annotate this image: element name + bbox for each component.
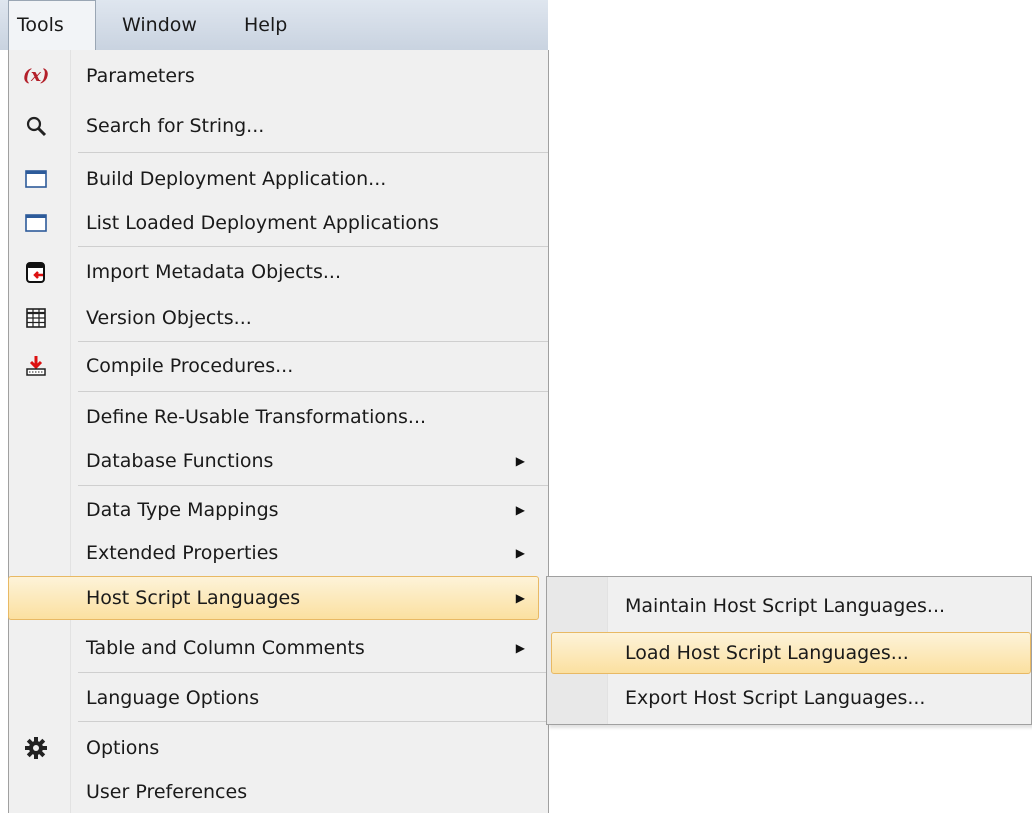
menu-item-label: Options (86, 737, 160, 759)
compile-download-icon (22, 343, 50, 389)
menu-item-import-metadata-objects[interactable]: Import Metadata Objects... (8, 249, 539, 295)
menu-item-label: Import Metadata Objects... (86, 261, 342, 283)
menu-bar: Tools Window Help (0, 0, 548, 50)
menu-separator (78, 485, 548, 486)
menu-item-maintain-host-script-languages[interactable]: Maintain Host Script Languages... (551, 583, 1031, 629)
menu-item-list-loaded-deployment-applications[interactable]: List Loaded Deployment Applications (8, 200, 539, 246)
menu-item-extended-properties[interactable]: Extended Properties ▶ (8, 530, 539, 576)
menu-item-build-deployment-application[interactable]: Build Deployment Application... (8, 156, 539, 202)
import-database-icon (22, 249, 50, 295)
menu-item-export-host-script-languages[interactable]: Export Host Script Languages... (551, 675, 1031, 721)
menu-item-label: Version Objects... (86, 307, 252, 329)
submenu-arrow-icon: ▶ (515, 591, 525, 605)
menu-item-label: Define Re-Usable Transformations... (86, 406, 427, 428)
window-icon (22, 156, 50, 202)
menu-item-label: Search for String... (86, 115, 265, 137)
menu-item-label: Language Options (86, 687, 260, 709)
menu-item-label: Build Deployment Application... (86, 168, 387, 190)
submenu-arrow-icon: ▶ (515, 546, 525, 560)
menu-item-language-options[interactable]: Language Options (8, 675, 539, 721)
menu-item-label: Maintain Host Script Languages... (625, 595, 946, 617)
menu-item-user-preferences[interactable]: User Preferences (8, 769, 539, 815)
menu-window-label: Window (122, 14, 197, 36)
menu-item-label: Database Functions (86, 450, 274, 472)
menu-separator (78, 391, 548, 392)
menu-window[interactable]: Window (114, 0, 205, 50)
menu-help-label: Help (244, 14, 288, 36)
menu-tools-label: Tools (17, 14, 64, 36)
menu-separator (78, 672, 548, 673)
menu-item-label: Compile Procedures... (86, 355, 294, 377)
menu-item-data-type-mappings[interactable]: Data Type Mappings ▶ (8, 487, 539, 533)
variable-x-icon: (x) (22, 66, 50, 86)
menu-item-search-for-string[interactable]: Search for String... (8, 103, 539, 149)
menu-item-label: User Preferences (86, 781, 248, 803)
menu-item-label: Export Host Script Languages... (625, 687, 926, 709)
menu-item-label: Extended Properties (86, 542, 279, 564)
grid-icon (22, 295, 50, 341)
menu-item-label: List Loaded Deployment Applications (86, 212, 439, 234)
gear-icon (22, 725, 50, 771)
menu-item-database-functions[interactable]: Database Functions ▶ (8, 438, 539, 484)
menu-separator (78, 721, 548, 722)
menu-item-label: Host Script Languages (86, 587, 301, 609)
menu-separator (78, 246, 548, 247)
submenu-arrow-icon: ▶ (515, 503, 525, 517)
magnifier-icon (22, 103, 50, 149)
window-icon (22, 200, 50, 246)
submenu-arrow-icon: ▶ (515, 454, 525, 468)
menu-item-label: Data Type Mappings (86, 499, 279, 521)
menu-item-label: Load Host Script Languages... (625, 642, 909, 664)
menu-item-host-script-languages[interactable]: Host Script Languages ▶ (8, 576, 539, 620)
menu-help[interactable]: Help (236, 0, 295, 50)
menu-tools[interactable]: Tools (8, 0, 96, 50)
menu-item-define-reusable-transformations[interactable]: Define Re-Usable Transformations... (8, 394, 539, 440)
menu-item-load-host-script-languages[interactable]: Load Host Script Languages... (551, 632, 1031, 674)
menu-item-label: Parameters (86, 65, 195, 87)
menu-item-table-and-column-comments[interactable]: Table and Column Comments ▶ (8, 625, 539, 671)
host-script-languages-submenu: Maintain Host Script Languages... Load H… (546, 576, 1032, 725)
menu-item-version-objects[interactable]: Version Objects... (8, 295, 539, 341)
menu-separator (78, 341, 548, 342)
menu-separator (78, 152, 548, 153)
menu-item-label: Table and Column Comments (86, 637, 365, 659)
menu-item-compile-procedures[interactable]: Compile Procedures... (8, 343, 539, 389)
menu-item-parameters[interactable]: (x) Parameters (8, 53, 539, 99)
submenu-arrow-icon: ▶ (515, 641, 525, 655)
menu-item-options[interactable]: Options (8, 725, 539, 771)
